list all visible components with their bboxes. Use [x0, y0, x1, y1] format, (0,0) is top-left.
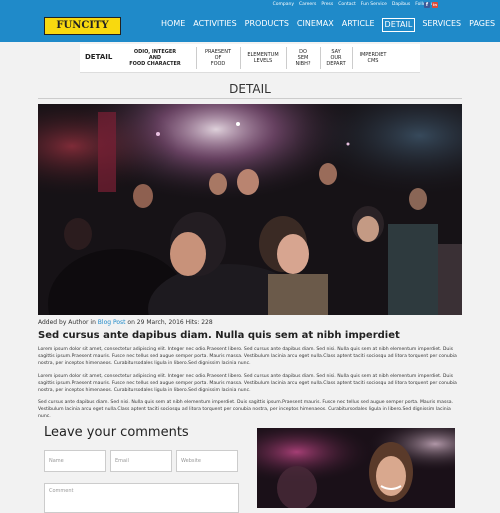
- subnav-item-say-our[interactable]: SAY OUR DEPART: [320, 47, 351, 69]
- comments-heading: Leave your comments: [44, 425, 189, 440]
- article-paragraph: Lorem ipsum dolor sit amet, consectetur …: [38, 374, 457, 393]
- email-field[interactable]: Email: [110, 450, 172, 472]
- linkedin-icon[interactable]: in: [432, 2, 438, 8]
- article-hero-image: [38, 104, 462, 315]
- nav-products[interactable]: PRODUCTS: [244, 18, 290, 32]
- header-bar: Company Careers Press Contact Fun Servic…: [0, 0, 500, 42]
- article-paragraph: Lorem ipsum dolor sit amet, consectetur …: [38, 347, 457, 366]
- nav-article[interactable]: ARTICLE: [341, 18, 376, 32]
- page-title: DETAIL: [229, 82, 271, 96]
- nav-home[interactable]: HOME: [160, 18, 186, 32]
- nav-services[interactable]: SERVICES: [421, 18, 462, 32]
- subnav-item-elementum[interactable]: ELEMENTUM LEVELS: [240, 47, 285, 69]
- title-divider: [38, 98, 462, 99]
- nav-detail[interactable]: DETAIL: [381, 18, 416, 32]
- nav-cinemax[interactable]: CINEMAX: [296, 18, 335, 32]
- sub-nav: DETAIL ODIO, INTEGER AND FOOD CHARACTER PR…: [80, 44, 420, 73]
- sidebar-photo: [257, 428, 455, 508]
- nav-activities[interactable]: ACTIVITIES: [192, 18, 237, 32]
- subnav-item-praesent[interactable]: PRAESENT OF FOOD: [196, 47, 239, 69]
- top-link-fun-service[interactable]: Fun Service: [361, 2, 387, 7]
- top-link-company[interactable]: Company: [273, 2, 294, 7]
- site-logo[interactable]: FUNCITY: [44, 17, 121, 35]
- subnav-item-do-sem[interactable]: DO SEM NIBH?: [286, 47, 319, 69]
- top-link-dapibus[interactable]: Dapibus: [392, 2, 410, 7]
- article-meta: Added by Author in Blog Post on 29 March…: [38, 319, 213, 326]
- article-paragraph: Sed cursus ante dapibus diam. Sed nisi. …: [38, 400, 454, 419]
- main-nav: HOME ACTIVITIES PRODUCTS CINEMAX ARTICLE…: [160, 18, 496, 32]
- top-link-contact[interactable]: Contact: [338, 2, 356, 7]
- category-link[interactable]: Blog Post: [98, 319, 126, 326]
- name-field[interactable]: Name: [44, 450, 106, 472]
- top-link-press[interactable]: Press: [321, 2, 333, 7]
- subnav-item-odio[interactable]: ODIO, INTEGER AND FOOD CHARACTER: [116, 47, 194, 69]
- top-link-careers[interactable]: Careers: [299, 2, 316, 7]
- nav-pages[interactable]: PAGES: [468, 18, 496, 32]
- article-headline: Sed cursus ante dapibus diam. Nulla quis…: [38, 330, 400, 341]
- party-crowd-photo: [38, 104, 462, 315]
- top-links: Company Careers Press Contact Fun Servic…: [273, 2, 436, 7]
- comment-textarea[interactable]: Comment: [44, 483, 239, 513]
- facebook-icon[interactable]: f: [424, 2, 430, 8]
- woman-smiling-photo: [257, 428, 455, 508]
- subnav-item-imperdiet[interactable]: IMPERDIET CMS: [352, 47, 393, 69]
- website-field[interactable]: Website: [176, 450, 238, 472]
- social-icons: f in: [424, 2, 438, 8]
- sub-nav-title: DETAIL: [85, 53, 113, 61]
